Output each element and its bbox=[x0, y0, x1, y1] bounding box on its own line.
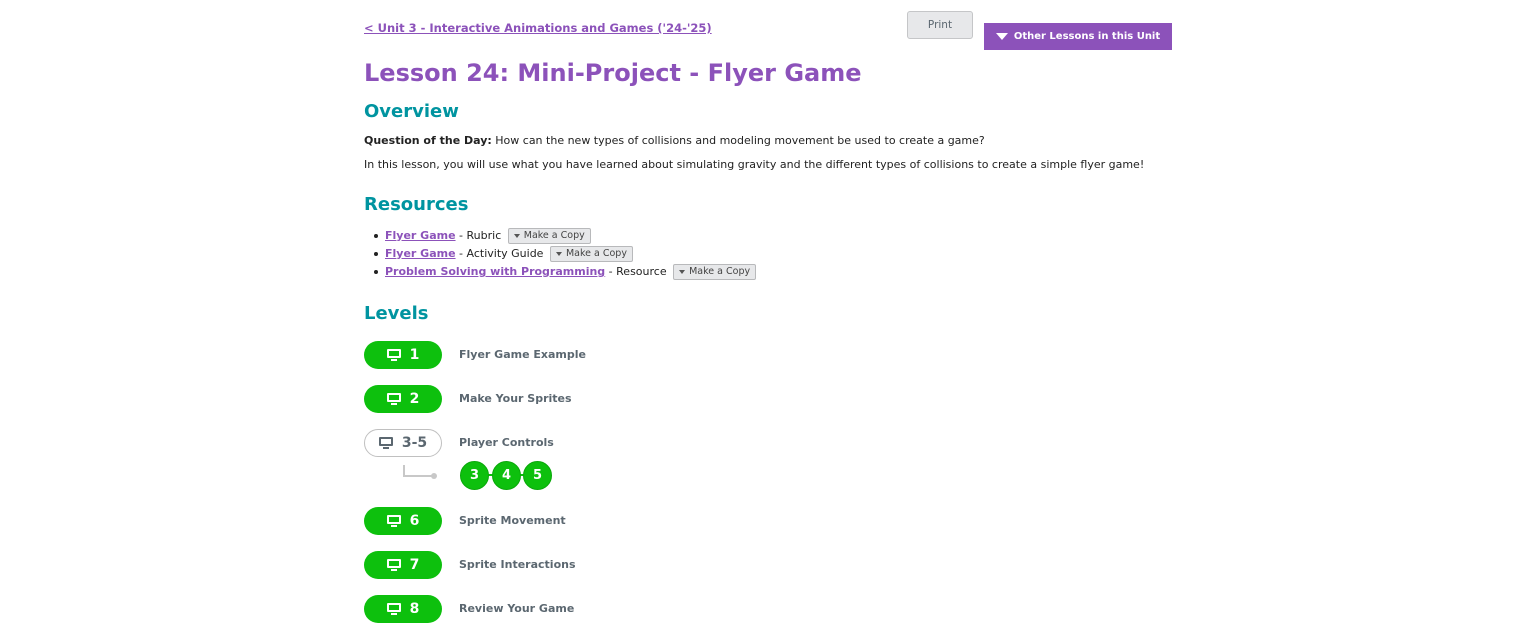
monitor-icon bbox=[386, 393, 401, 405]
level-row: 2 Make Your Sprites bbox=[364, 385, 764, 413]
print-button[interactable]: Print bbox=[907, 11, 973, 39]
monitor-icon bbox=[386, 559, 401, 571]
level-number: 6 bbox=[409, 513, 420, 529]
level-name[interactable]: Review Your Game bbox=[459, 595, 574, 623]
level-number: 3-5 bbox=[401, 435, 428, 451]
level-number: 2 bbox=[409, 391, 420, 407]
make-copy-button[interactable]: Make a Copy bbox=[507, 228, 591, 244]
level-3-5-button[interactable]: 3-5 bbox=[364, 429, 442, 457]
resource-link[interactable]: Flyer Game bbox=[385, 229, 456, 242]
level-1-button[interactable]: 1 bbox=[364, 341, 442, 369]
level-row: 3-5 Player Controls bbox=[364, 429, 764, 457]
lesson-page: < Unit 3 - Interactive Animations and Ga… bbox=[364, 0, 1172, 637]
level-name[interactable]: Player Controls bbox=[459, 429, 554, 457]
sublevel-4-bubble[interactable]: 4 bbox=[492, 461, 521, 490]
sublevel-connector-icon bbox=[403, 465, 437, 479]
other-lessons-button[interactable]: Other Lessons in this Unit bbox=[984, 23, 1172, 50]
level-number: 8 bbox=[409, 601, 420, 617]
level-number: 7 bbox=[409, 557, 420, 573]
levels-heading: Levels bbox=[364, 303, 429, 324]
resource-link[interactable]: Flyer Game bbox=[385, 247, 456, 260]
resource-link[interactable]: Problem Solving with Programming bbox=[385, 265, 605, 278]
monitor-icon bbox=[386, 603, 401, 615]
level-row: 1 Flyer Game Example bbox=[364, 341, 764, 369]
overview-heading: Overview bbox=[364, 101, 459, 122]
caret-down-icon bbox=[555, 252, 562, 256]
make-copy-button[interactable]: Make a Copy bbox=[549, 246, 633, 262]
qotd-label: Question of the Day: bbox=[364, 134, 492, 147]
resources-list: Flyer Game - Rubric Make a Copy Flyer Ga… bbox=[364, 227, 757, 281]
sublevel-5-bubble[interactable]: 5 bbox=[523, 461, 552, 490]
resource-type: - Resource bbox=[605, 265, 667, 278]
resource-item: Flyer Game - Activity Guide Make a Copy bbox=[373, 245, 756, 263]
level-row: 7 Sprite Interactions bbox=[364, 551, 764, 579]
caret-down-icon bbox=[679, 270, 686, 274]
monitor-icon bbox=[386, 349, 401, 361]
make-copy-label: Make a Copy bbox=[523, 230, 585, 241]
qotd-text: How can the new types of collisions and … bbox=[491, 134, 985, 147]
caret-down-icon bbox=[995, 33, 1008, 40]
other-lessons-label: Other Lessons in this Unit bbox=[1013, 31, 1161, 42]
make-copy-label: Make a Copy bbox=[565, 248, 627, 259]
level-8-button[interactable]: 8 bbox=[364, 595, 442, 623]
resource-item: Flyer Game - Rubric Make a Copy bbox=[373, 227, 756, 245]
sublevel-3-bubble[interactable]: 3 bbox=[460, 461, 489, 490]
resource-type: - Rubric bbox=[455, 229, 502, 242]
monitor-icon bbox=[378, 437, 393, 449]
level-name[interactable]: Sprite Movement bbox=[459, 507, 566, 535]
make-copy-button[interactable]: Make a Copy bbox=[673, 264, 757, 280]
monitor-icon bbox=[386, 515, 401, 527]
level-2-button[interactable]: 2 bbox=[364, 385, 442, 413]
make-copy-label: Make a Copy bbox=[689, 266, 751, 277]
overview-description: In this lesson, you will use what you ha… bbox=[364, 158, 1145, 171]
level-name[interactable]: Sprite Interactions bbox=[459, 551, 576, 579]
level-6-button[interactable]: 6 bbox=[364, 507, 442, 535]
caret-down-icon bbox=[513, 234, 520, 238]
level-7-button[interactable]: 7 bbox=[364, 551, 442, 579]
resource-type: - Activity Guide bbox=[455, 247, 544, 260]
unit-back-link[interactable]: < Unit 3 - Interactive Animations and Ga… bbox=[364, 21, 712, 35]
question-of-the-day: Question of the Day: How can the new typ… bbox=[364, 134, 985, 147]
level-row: 8 Review Your Game bbox=[364, 595, 764, 623]
level-name[interactable]: Flyer Game Example bbox=[459, 341, 586, 369]
resource-item: Problem Solving with Programming - Resou… bbox=[373, 263, 757, 281]
page-title: Lesson 24: Mini-Project - Flyer Game bbox=[364, 59, 862, 87]
level-name[interactable]: Make Your Sprites bbox=[459, 385, 572, 413]
level-number: 1 bbox=[409, 347, 420, 363]
level-row: 6 Sprite Movement bbox=[364, 507, 764, 535]
resources-heading: Resources bbox=[364, 194, 469, 215]
